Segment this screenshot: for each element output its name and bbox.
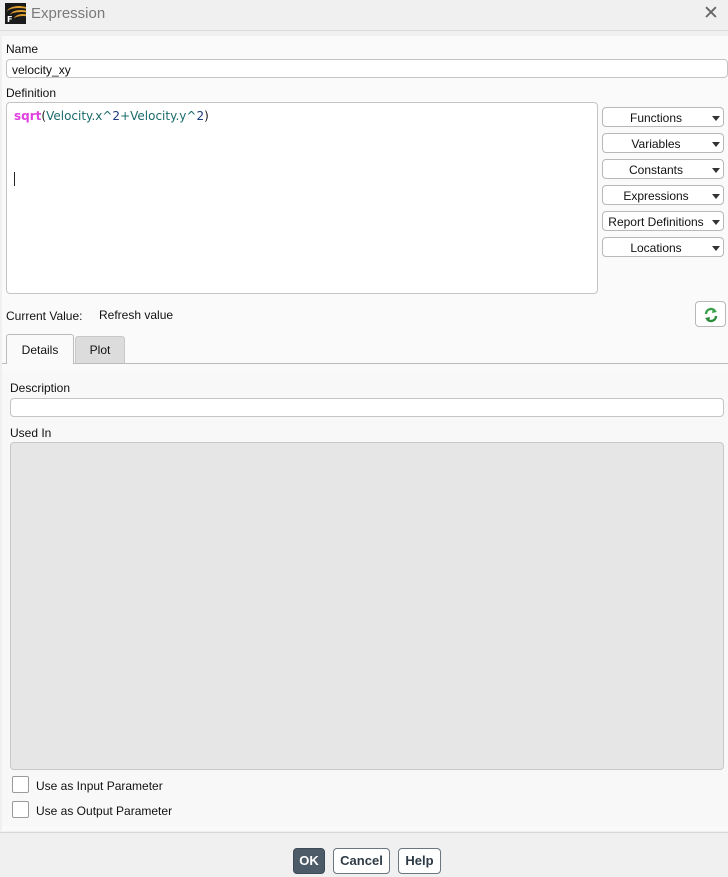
tab-strip-border xyxy=(2,363,728,364)
chevron-down-icon xyxy=(712,142,720,147)
definition-token: 2 xyxy=(112,109,121,123)
variables-dropdown-label: Variables xyxy=(631,137,681,151)
definition-token: + xyxy=(120,109,131,123)
refresh-button[interactable] xyxy=(695,301,726,327)
constants-dropdown-label: Constants xyxy=(628,163,684,177)
definition-token: 2 xyxy=(196,109,205,123)
tab-plot[interactable]: Plot xyxy=(75,336,125,363)
definition-token: ) xyxy=(204,109,209,123)
definition-token: Velocity.y xyxy=(130,109,187,123)
output-parameter-checkbox[interactable] xyxy=(12,801,29,818)
locations-dropdown-label: Locations xyxy=(630,241,682,255)
description-label: Description xyxy=(10,381,71,395)
functions-dropdown[interactable]: Functions xyxy=(602,107,724,127)
cancel-button[interactable]: Cancel xyxy=(333,848,390,874)
definition-label: Definition xyxy=(6,86,57,100)
expressions-dropdown-label: Expressions xyxy=(623,189,689,203)
report-definitions-dropdown-label: Report Definitions xyxy=(608,215,704,229)
functions-dropdown-label: Functions xyxy=(629,111,683,125)
current-value-label: Current Value: xyxy=(6,309,83,323)
locations-dropdown[interactable]: Locations xyxy=(602,237,724,257)
input-parameter-checkbox[interactable] xyxy=(12,776,29,793)
tab-details[interactable]: Details xyxy=(6,334,74,364)
definition-token: ^ xyxy=(102,109,113,123)
report-definitions-dropdown[interactable]: Report Definitions xyxy=(602,211,724,231)
input-parameter-label: Use as Input Parameter xyxy=(36,779,163,793)
expressions-dropdown[interactable]: Expressions xyxy=(602,185,724,205)
refresh-icon xyxy=(704,307,718,323)
used-in-list[interactable] xyxy=(10,442,724,770)
chevron-down-icon xyxy=(712,116,720,121)
name-input[interactable]: velocity_xy xyxy=(6,59,728,78)
chevron-down-icon xyxy=(712,168,720,173)
window-title: Expression xyxy=(31,5,106,22)
fluent-app-icon: F xyxy=(5,3,26,24)
definition-token: Velocity.x xyxy=(46,109,103,123)
chevron-down-icon xyxy=(712,246,720,251)
definition-token: ^ xyxy=(186,109,197,123)
app-icon-letter: F xyxy=(7,15,13,24)
current-value-text: Refresh value xyxy=(99,308,174,322)
chevron-down-icon xyxy=(712,194,720,199)
ok-button[interactable]: OK xyxy=(293,848,325,874)
definition-editor[interactable]: sqrt(Velocity.x^2+Velocity.y^2) xyxy=(6,102,598,294)
title-bar: F Expression ✕ xyxy=(0,0,728,31)
description-input[interactable] xyxy=(10,398,724,417)
name-label: Name xyxy=(6,42,39,56)
chevron-down-icon xyxy=(712,220,720,225)
help-button[interactable]: Help xyxy=(398,848,441,874)
output-parameter-label: Use as Output Parameter xyxy=(36,804,173,818)
used-in-label: Used In xyxy=(10,426,52,440)
constants-dropdown[interactable]: Constants xyxy=(602,159,724,179)
text-caret xyxy=(14,172,15,186)
definition-token: sqrt xyxy=(14,109,42,123)
definition-code: sqrt(Velocity.x^2+Velocity.y^2) xyxy=(14,109,209,123)
name-input-value: velocity_xy xyxy=(12,63,71,77)
variables-dropdown[interactable]: Variables xyxy=(602,133,724,153)
close-icon[interactable]: ✕ xyxy=(700,3,722,25)
